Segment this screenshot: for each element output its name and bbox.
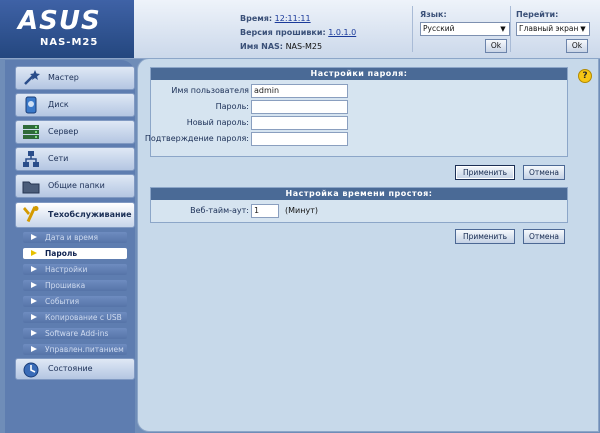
arrow-right-icon <box>31 234 37 240</box>
sidebar-item-shared-folders[interactable]: Общие папки <box>15 174 135 198</box>
submenu-item-firmware[interactable]: Прошивка <box>23 280 127 291</box>
disk-icon <box>25 96 37 114</box>
web-timeout-unit: (Минут) <box>285 206 318 215</box>
submenu-item-date-time[interactable]: Дата и время <box>23 232 127 243</box>
sidebar-item-label: Состояние <box>48 364 93 373</box>
web-timeout-row: Веб-тайм-аут: 1 (Минут) <box>151 203 567 219</box>
username-row: Имя пользователя admin <box>151 83 567 99</box>
web-timeout-label: Веб-тайм-аут: <box>190 206 249 215</box>
panel-title: Настройка времени простоя: <box>151 188 567 200</box>
status-icon <box>23 362 39 378</box>
sidebar-item-network[interactable]: Сети <box>15 147 135 171</box>
arrow-right-icon <box>31 314 37 320</box>
asus-logo: ASUS <box>18 6 101 36</box>
arrow-right-icon <box>31 250 37 256</box>
goto-ok-button[interactable]: Ok <box>566 39 588 53</box>
sidebar: Мастер Диск Сервер Сети Общие папки Техо… <box>5 60 135 433</box>
submenu-label: Дата и время <box>45 233 99 242</box>
arrow-right-icon <box>31 298 37 304</box>
confirm-password-label: Подтверждение пароля: <box>144 134 249 143</box>
sidebar-item-disk[interactable]: Диск <box>15 93 135 117</box>
sidebar-item-label: Техобслуживание <box>48 210 132 219</box>
header-divider <box>412 6 413 52</box>
sidebar-item-label: Мастер <box>48 73 79 82</box>
arrow-right-icon <box>31 266 37 272</box>
sidebar-item-label: Диск <box>48 100 69 109</box>
top-header: ASUS NAS-M25 Время: 12:11:11 Версия прош… <box>0 0 600 59</box>
dropdown-arrow-icon: ▼ <box>578 24 588 34</box>
password-label: Пароль: <box>215 102 249 111</box>
help-icon[interactable]: ? <box>578 69 592 83</box>
password-settings-panel: Настройки пароля: Имя пользователя admin… <box>145 67 568 157</box>
password-cancel-button[interactable]: Отмена <box>523 165 565 180</box>
sidebar-item-status[interactable]: Состояние <box>15 358 135 380</box>
nas-name-label: Имя NAS: <box>240 42 284 51</box>
submenu-item-usb-copy[interactable]: Копирование с USB <box>23 312 127 323</box>
language-label: Язык: <box>420 10 447 19</box>
folder-icon <box>22 181 40 194</box>
idle-apply-button[interactable]: Применить <box>455 229 515 244</box>
goto-label: Перейти: <box>516 10 559 19</box>
main-content: ? Настройки пароля: Имя пользователя adm… <box>137 58 599 432</box>
language-selected: Русский <box>423 24 455 33</box>
submenu-label: Копирование с USB <box>45 313 122 322</box>
tools-icon <box>23 206 39 223</box>
sidebar-item-label: Общие папки <box>48 181 105 190</box>
submenu-label: Прошивка <box>45 281 86 290</box>
arrow-right-icon <box>31 282 37 288</box>
firmware-link[interactable]: 1.0.1.0 <box>328 28 356 37</box>
confirm-password-input[interactable] <box>251 132 348 146</box>
submenu-item-events[interactable]: События <box>23 296 127 307</box>
idle-time-panel: Настройка времени простоя: Веб-тайм-аут:… <box>150 187 568 223</box>
confirm-password-row: Подтверждение пароля: <box>145 131 567 147</box>
goto-selected: Главный экран <box>519 24 579 33</box>
time-label: Время: <box>240 14 273 23</box>
submenu-item-software-addins[interactable]: Software Add-ins <box>23 328 127 339</box>
time-link[interactable]: 12:11:11 <box>275 14 311 23</box>
goto-select[interactable]: Главный экран ▼ <box>516 22 590 36</box>
dropdown-arrow-icon: ▼ <box>500 25 506 33</box>
nas-name-value: NAS-M25 <box>285 42 323 51</box>
submenu-item-power-management[interactable]: Управлен.питанием <box>23 344 127 355</box>
brand-logo-area: ASUS NAS-M25 <box>0 0 134 58</box>
submenu-label: Пароль <box>45 249 78 258</box>
sidebar-item-wizard[interactable]: Мастер <box>15 66 135 90</box>
idle-cancel-button[interactable]: Отмена <box>523 229 565 244</box>
language-select[interactable]: Русский ▼ <box>420 22 510 36</box>
wand-icon <box>24 70 40 85</box>
username-input[interactable]: admin <box>251 84 348 98</box>
submenu-item-password[interactable]: Пароль <box>23 248 127 259</box>
server-icon <box>23 125 39 139</box>
new-password-row: Новый пароль: <box>151 115 567 131</box>
sidebar-item-label: Сети <box>48 154 69 163</box>
submenu-label: Управлен.питанием <box>45 345 124 354</box>
header-divider <box>510 6 511 52</box>
model-name: NAS-M25 <box>40 37 99 48</box>
submenu-label: Software Add-ins <box>45 329 109 338</box>
password-input[interactable] <box>251 100 348 114</box>
new-password-input[interactable] <box>251 116 348 130</box>
sidebar-item-label: Сервер <box>48 127 79 136</box>
arrow-right-icon <box>31 346 37 352</box>
submenu-label: Настройки <box>45 265 88 274</box>
firmware-label: Версия прошивки: <box>240 28 326 37</box>
goto-selector-group: Перейти: Главный экран ▼ <box>516 10 590 36</box>
submenu-item-settings[interactable]: Настройки <box>23 264 127 275</box>
web-timeout-input[interactable]: 1 <box>251 204 279 218</box>
arrow-right-icon <box>31 330 37 336</box>
password-apply-button[interactable]: Применить <box>455 165 515 180</box>
network-icon <box>23 151 39 167</box>
system-info: Время: 12:11:11 Версия прошивки: 1.0.1.0… <box>240 12 356 54</box>
panel-title: Настройки пароля: <box>151 68 567 80</box>
submenu-label: События <box>45 297 80 306</box>
sidebar-item-server[interactable]: Сервер <box>15 120 135 144</box>
language-ok-button[interactable]: Ok <box>485 39 507 53</box>
password-row: Пароль: <box>151 99 567 115</box>
language-selector-group: Язык: Русский ▼ <box>420 10 510 36</box>
username-label: Имя пользователя <box>171 86 249 95</box>
new-password-label: Новый пароль: <box>186 118 249 127</box>
sidebar-item-maintenance[interactable]: Техобслуживание <box>15 202 135 228</box>
